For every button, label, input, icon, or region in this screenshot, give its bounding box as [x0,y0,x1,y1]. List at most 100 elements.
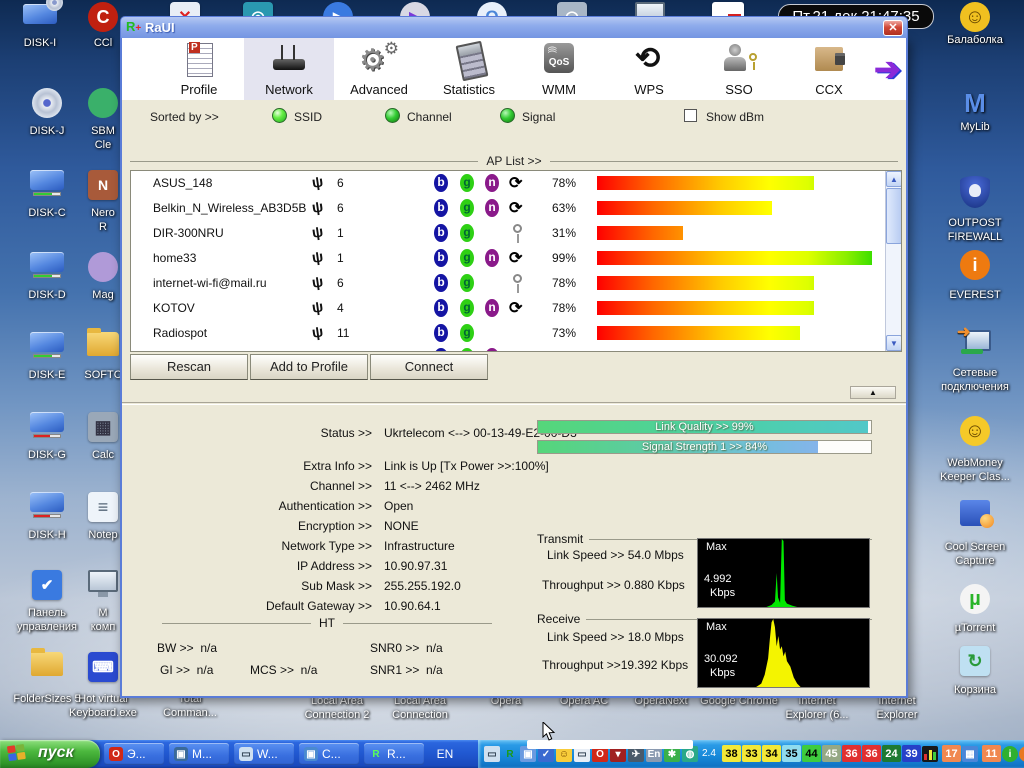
ap-row-Belkin_N_Wireless_AB3D5B[interactable]: Belkin_N_Wireless_AB3D5Bψ6bgn⟳63% [131,196,901,221]
tab-wmm[interactable]: QoSWMM [514,38,604,100]
mylib-icon[interactable]: M [955,88,995,119]
sbm-icon[interactable] [83,88,123,118]
chart-tray-icon[interactable] [922,746,938,762]
ap-signal-bar [597,226,683,240]
language-indicator[interactable]: EN [424,743,466,765]
antenna-icon: ψ [311,298,325,316]
status-value: Link is Up [Tx Power >>:100%] [384,459,549,473]
tab-sso[interactable]: SSO [694,38,784,100]
control-panel-icon[interactable]: ✔ [27,570,67,600]
tab-advanced[interactable]: Advanced [334,38,424,100]
hot-virtual-keyboard-icon[interactable]: ⌨ [83,652,123,682]
ccleaner-icon[interactable]: C [83,2,123,32]
ap-row-ASUS_148[interactable]: ASUS_148ψ6bgn⟳78% [131,171,901,196]
recycle-bin-icon[interactable]: ↻ [955,646,995,676]
antenna-icon: ψ [311,273,325,291]
balabolka-icon[interactable]: ☺ [955,2,995,32]
collapse-panel-button[interactable]: ▲ [850,386,896,399]
tray-badge[interactable]: 33 [742,745,761,762]
sort-ssid-button[interactable] [272,108,287,123]
rescan-button[interactable]: Rescan [130,354,248,380]
status-value: NONE [384,519,419,533]
connect-button[interactable]: Connect [370,354,488,380]
scroll-down-icon[interactable]: ▼ [886,335,902,351]
lac2-label: Local AreaConnection 2 [291,694,383,722]
task-button-2[interactable]: ▣M... [169,743,229,765]
key-icon [513,224,522,233]
status-value: 255.255.192.0 [384,579,461,593]
tray-badge[interactable]: 24 [882,745,901,762]
notep-icon[interactable]: ≡ [83,492,123,522]
task-icon: ▭ [239,747,253,761]
tray-badge[interactable]: 39 [902,745,921,762]
tray-badge[interactable]: 38 [722,745,741,762]
tray-badge[interactable]: 44 [802,745,821,762]
add-to-profile-button[interactable]: Add to Profile [250,354,368,380]
my-computer-icon[interactable] [83,570,123,592]
tab-wps[interactable]: WPS [604,38,694,100]
info-orange-icon[interactable]: i [1019,746,1024,762]
mode-g-badge: g [460,324,474,342]
disk-c-icon[interactable] [27,170,67,196]
softc-icon[interactable] [83,332,123,356]
disk-g-icon[interactable] [27,412,67,438]
info-green-icon[interactable]: i [1002,746,1018,762]
window-titlebar[interactable]: R+ RaUI ✕ [120,16,908,38]
ralink-tray-icon[interactable]: R [502,746,518,762]
close-icon[interactable]: ✕ [883,20,903,36]
scroll-up-icon[interactable]: ▲ [886,171,902,187]
ap-row-DIR-300NRU[interactable]: DIR-300NRUψ1bg31% [131,221,901,246]
task-button-4[interactable]: ▣C... [299,743,359,765]
tray-badge[interactable]: 36 [862,745,881,762]
tray-badge[interactable]: 36 [842,745,861,762]
tab-statistics[interactable]: Statistics [424,38,514,100]
tab-profile[interactable]: Profile [154,38,244,100]
disk-e-icon[interactable] [27,332,67,358]
everest-icon[interactable]: i [955,250,995,280]
tx-throughput: Throughput >> 0.880 Kbps [542,578,685,592]
scrollbar-thumb[interactable] [886,188,902,244]
network-connections-icon[interactable] [955,328,995,354]
outpost-icon[interactable] [955,176,995,208]
device-tray-icon[interactable]: ▦ [962,746,978,762]
disk-i-icon[interactable] [20,4,60,24]
show-dbm-checkbox[interactable] [684,109,697,122]
ap-signal-percent: 78% [536,276,576,290]
ap-channel: 6 [337,176,344,190]
ap-signal-percent: 78% [536,301,576,315]
ap-signal-bar [597,301,814,315]
nero-icon[interactable]: N [83,170,123,200]
mode-b-badge: b [434,324,448,342]
webmoney-icon[interactable]: ☺ [955,416,995,446]
ap-row-KOTOV[interactable]: KOTOVψ4bgn⟳78% [131,296,901,321]
disk-h-icon[interactable] [27,492,67,518]
next-tab-arrow-icon[interactable]: ➔ [874,50,901,88]
task-button-3[interactable]: ▭W... [234,743,294,765]
qos-icon: QoS [537,41,581,79]
tray-badge[interactable]: 34 [762,745,781,762]
sort-channel-button[interactable] [385,108,400,123]
monitor-sound-icon[interactable]: ▭ [484,746,500,762]
utorrent-icon[interactable]: µ [955,584,995,614]
task-button-1[interactable]: OЭ... [104,743,164,765]
cool-screen-icon[interactable] [955,500,995,526]
ap-row-Radiospot[interactable]: Radiospotψ11bg73% [131,321,901,346]
disk-d-icon[interactable] [27,252,67,278]
start-button[interactable]: пуск [0,740,100,768]
calc-icon[interactable]: ▦ [83,412,123,442]
ap-row-home33[interactable]: home33ψ1bgn⟳99% [131,246,901,271]
foldersizes-icon[interactable] [27,652,67,676]
ap-row-internet-wi-fi@mail.ru[interactable]: internet-wi-fi@mail.ruψ6bg78% [131,271,901,296]
task-button-5[interactable]: RR... [364,743,424,765]
tab-ccx[interactable]: CCX [784,38,874,100]
tray-badge[interactable]: 35 [782,745,801,762]
tab-network[interactable]: Network [244,38,334,100]
sort-signal-button[interactable] [500,108,515,123]
mag-icon[interactable] [83,252,123,282]
ap-signal-percent: 31% [536,226,576,240]
tray-badge[interactable]: 11 [982,745,1001,762]
disk-j-icon[interactable] [27,88,67,118]
tray-badge[interactable]: 17 [942,745,961,762]
tray-badge[interactable]: 45 [822,745,841,762]
ap-list-scrollbar[interactable]: ▲ ▼ [885,171,901,351]
